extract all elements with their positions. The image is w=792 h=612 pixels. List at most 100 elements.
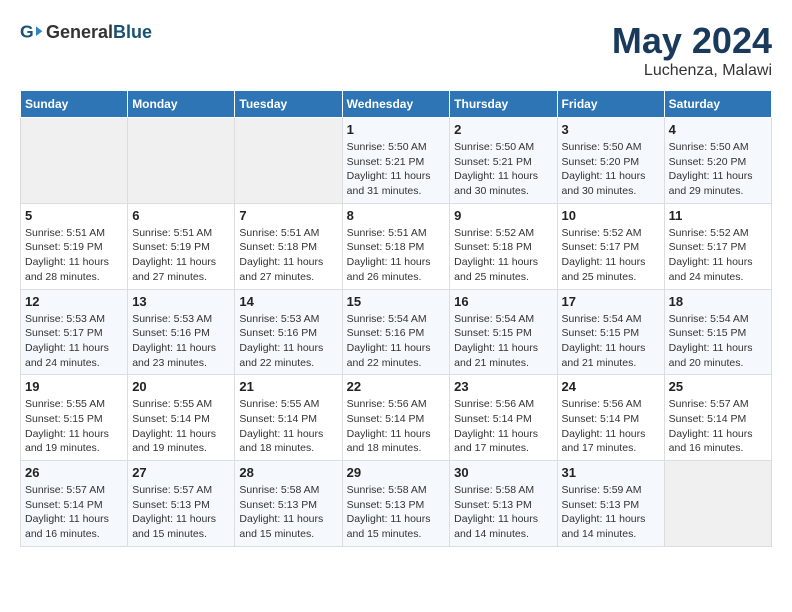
day-number: 16 [454, 294, 552, 309]
title-block: May 2024 Luchenza, Malawi [612, 20, 772, 80]
day-number: 28 [239, 465, 337, 480]
day-number: 2 [454, 122, 552, 137]
weekday-header: Saturday [664, 91, 771, 118]
day-number: 30 [454, 465, 552, 480]
calendar-cell: 12 Sunrise: 5:53 AMSunset: 5:17 PMDayligh… [21, 289, 128, 375]
calendar-cell: 21 Sunrise: 5:55 AMSunset: 5:14 PMDayligh… [235, 375, 342, 461]
day-info: Sunrise: 5:51 AMSunset: 5:19 PMDaylight:… [132, 226, 230, 285]
weekday-header: Thursday [450, 91, 557, 118]
day-info: Sunrise: 5:54 AMSunset: 5:15 PMDaylight:… [562, 312, 660, 371]
calendar-cell: 9Sunrise: 5:52 AMSunset: 5:18 PMDaylight… [450, 203, 557, 289]
logo: G General Blue [20, 20, 152, 44]
page-header: G General Blue May 2024 Luchenza, Malawi [20, 20, 772, 80]
day-number: 6 [132, 208, 230, 223]
calendar-week-row: 26 Sunrise: 5:57 AMSunset: 5:14 PMDayligh… [21, 461, 772, 547]
weekday-header: Sunday [21, 91, 128, 118]
day-info: Sunrise: 5:59 AMSunset: 5:13 PMDaylight:… [562, 483, 660, 542]
day-number: 13 [132, 294, 230, 309]
calendar-cell: 3Sunrise: 5:50 AMSunset: 5:20 PMDaylight… [557, 118, 664, 204]
day-info: Sunrise: 5:52 AMSunset: 5:17 PMDaylight:… [669, 226, 767, 285]
calendar-cell: 10 Sunrise: 5:52 AMSunset: 5:17 PMDayligh… [557, 203, 664, 289]
day-number: 15 [347, 294, 446, 309]
weekday-header: Friday [557, 91, 664, 118]
day-info: Sunrise: 5:56 AMSunset: 5:14 PMDaylight:… [454, 397, 552, 456]
calendar-cell: 19Sunrise: 5:55 AMSunset: 5:15 PMDayligh… [21, 375, 128, 461]
day-info: Sunrise: 5:51 AMSunset: 5:19 PMDaylight:… [25, 226, 123, 285]
calendar-cell: 30 Sunrise: 5:58 AMSunset: 5:13 PMDayligh… [450, 461, 557, 547]
calendar-week-row: 19Sunrise: 5:55 AMSunset: 5:15 PMDayligh… [21, 375, 772, 461]
day-number: 18 [669, 294, 767, 309]
day-number: 17 [562, 294, 660, 309]
calendar-cell: 4 Sunrise: 5:50 AMSunset: 5:20 PMDaylight… [664, 118, 771, 204]
calendar-cell: 23 Sunrise: 5:56 AMSunset: 5:14 PMDayligh… [450, 375, 557, 461]
day-number: 23 [454, 379, 552, 394]
calendar-cell: 11 Sunrise: 5:52 AMSunset: 5:17 PMDayligh… [664, 203, 771, 289]
calendar-cell: 28 Sunrise: 5:58 AMSunset: 5:13 PMDayligh… [235, 461, 342, 547]
day-number: 11 [669, 208, 767, 223]
calendar-cell: 18 Sunrise: 5:54 AMSunset: 5:15 PMDayligh… [664, 289, 771, 375]
day-number: 26 [25, 465, 123, 480]
day-number: 25 [669, 379, 767, 394]
logo-blue-text: Blue [113, 22, 152, 43]
calendar-cell [664, 461, 771, 547]
calendar-week-row: 5 Sunrise: 5:51 AMSunset: 5:19 PMDaylight… [21, 203, 772, 289]
day-info: Sunrise: 5:55 AMSunset: 5:14 PMDaylight:… [132, 397, 230, 456]
day-number: 10 [562, 208, 660, 223]
calendar-cell: 25 Sunrise: 5:57 AMSunset: 5:14 PMDayligh… [664, 375, 771, 461]
day-info: Sunrise: 5:54 AMSunset: 5:15 PMDaylight:… [669, 312, 767, 371]
calendar-cell [128, 118, 235, 204]
day-info: Sunrise: 5:53 AMSunset: 5:17 PMDaylight:… [25, 312, 123, 371]
day-info: Sunrise: 5:50 AMSunset: 5:20 PMDaylight:… [669, 140, 767, 199]
day-info: Sunrise: 5:57 AMSunset: 5:13 PMDaylight:… [132, 483, 230, 542]
day-number: 3 [562, 122, 660, 137]
calendar-cell: 22 Sunrise: 5:56 AMSunset: 5:14 PMDayligh… [342, 375, 450, 461]
calendar-cell: 16 Sunrise: 5:54 AMSunset: 5:15 PMDayligh… [450, 289, 557, 375]
calendar-header: SundayMondayTuesdayWednesdayThursdayFrid… [21, 91, 772, 118]
day-number: 14 [239, 294, 337, 309]
calendar-cell: 7 Sunrise: 5:51 AMSunset: 5:18 PMDaylight… [235, 203, 342, 289]
logo-general-text: General [46, 22, 113, 43]
svg-text:G: G [20, 22, 34, 42]
day-info: Sunrise: 5:56 AMSunset: 5:14 PMDaylight:… [347, 397, 446, 456]
calendar-cell: 1 Sunrise: 5:50 AMSunset: 5:21 PMDaylight… [342, 118, 450, 204]
day-number: 9 [454, 208, 552, 223]
day-number: 29 [347, 465, 446, 480]
day-info: Sunrise: 5:54 AMSunset: 5:16 PMDaylight:… [347, 312, 446, 371]
calendar-week-row: 1 Sunrise: 5:50 AMSunset: 5:21 PMDaylight… [21, 118, 772, 204]
day-number: 4 [669, 122, 767, 137]
calendar-cell: 14 Sunrise: 5:53 AMSunset: 5:16 PMDayligh… [235, 289, 342, 375]
day-info: Sunrise: 5:54 AMSunset: 5:15 PMDaylight:… [454, 312, 552, 371]
day-info: Sunrise: 5:57 AMSunset: 5:14 PMDaylight:… [669, 397, 767, 456]
day-info: Sunrise: 5:58 AMSunset: 5:13 PMDaylight:… [239, 483, 337, 542]
logo-icon: G [20, 20, 44, 44]
day-number: 20 [132, 379, 230, 394]
day-number: 5 [25, 208, 123, 223]
day-number: 21 [239, 379, 337, 394]
day-info: Sunrise: 5:55 AMSunset: 5:14 PMDaylight:… [239, 397, 337, 456]
calendar-cell: 26 Sunrise: 5:57 AMSunset: 5:14 PMDayligh… [21, 461, 128, 547]
calendar-title: May 2024 [612, 20, 772, 62]
day-number: 12 [25, 294, 123, 309]
calendar-week-row: 12 Sunrise: 5:53 AMSunset: 5:17 PMDayligh… [21, 289, 772, 375]
day-info: Sunrise: 5:51 AMSunset: 5:18 PMDaylight:… [239, 226, 337, 285]
calendar-cell: 17 Sunrise: 5:54 AMSunset: 5:15 PMDayligh… [557, 289, 664, 375]
day-info: Sunrise: 5:50 AMSunset: 5:21 PMDaylight:… [347, 140, 446, 199]
day-number: 8 [347, 208, 446, 223]
day-number: 31 [562, 465, 660, 480]
calendar-cell: 24Sunrise: 5:56 AMSunset: 5:14 PMDayligh… [557, 375, 664, 461]
calendar-cell: 13 Sunrise: 5:53 AMSunset: 5:16 PMDayligh… [128, 289, 235, 375]
day-info: Sunrise: 5:52 AMSunset: 5:17 PMDaylight:… [562, 226, 660, 285]
day-info: Sunrise: 5:57 AMSunset: 5:14 PMDaylight:… [25, 483, 123, 542]
day-info: Sunrise: 5:55 AMSunset: 5:15 PMDaylight:… [25, 397, 123, 456]
weekday-header: Wednesday [342, 91, 450, 118]
day-info: Sunrise: 5:53 AMSunset: 5:16 PMDaylight:… [132, 312, 230, 371]
calendar-subtitle: Luchenza, Malawi [612, 62, 772, 80]
calendar-cell [21, 118, 128, 204]
day-number: 1 [347, 122, 446, 137]
day-number: 7 [239, 208, 337, 223]
day-info: Sunrise: 5:53 AMSunset: 5:16 PMDaylight:… [239, 312, 337, 371]
day-info: Sunrise: 5:56 AMSunset: 5:14 PMDaylight:… [562, 397, 660, 456]
day-number: 22 [347, 379, 446, 394]
calendar-cell: 27Sunrise: 5:57 AMSunset: 5:13 PMDayligh… [128, 461, 235, 547]
day-info: Sunrise: 5:58 AMSunset: 5:13 PMDaylight:… [454, 483, 552, 542]
